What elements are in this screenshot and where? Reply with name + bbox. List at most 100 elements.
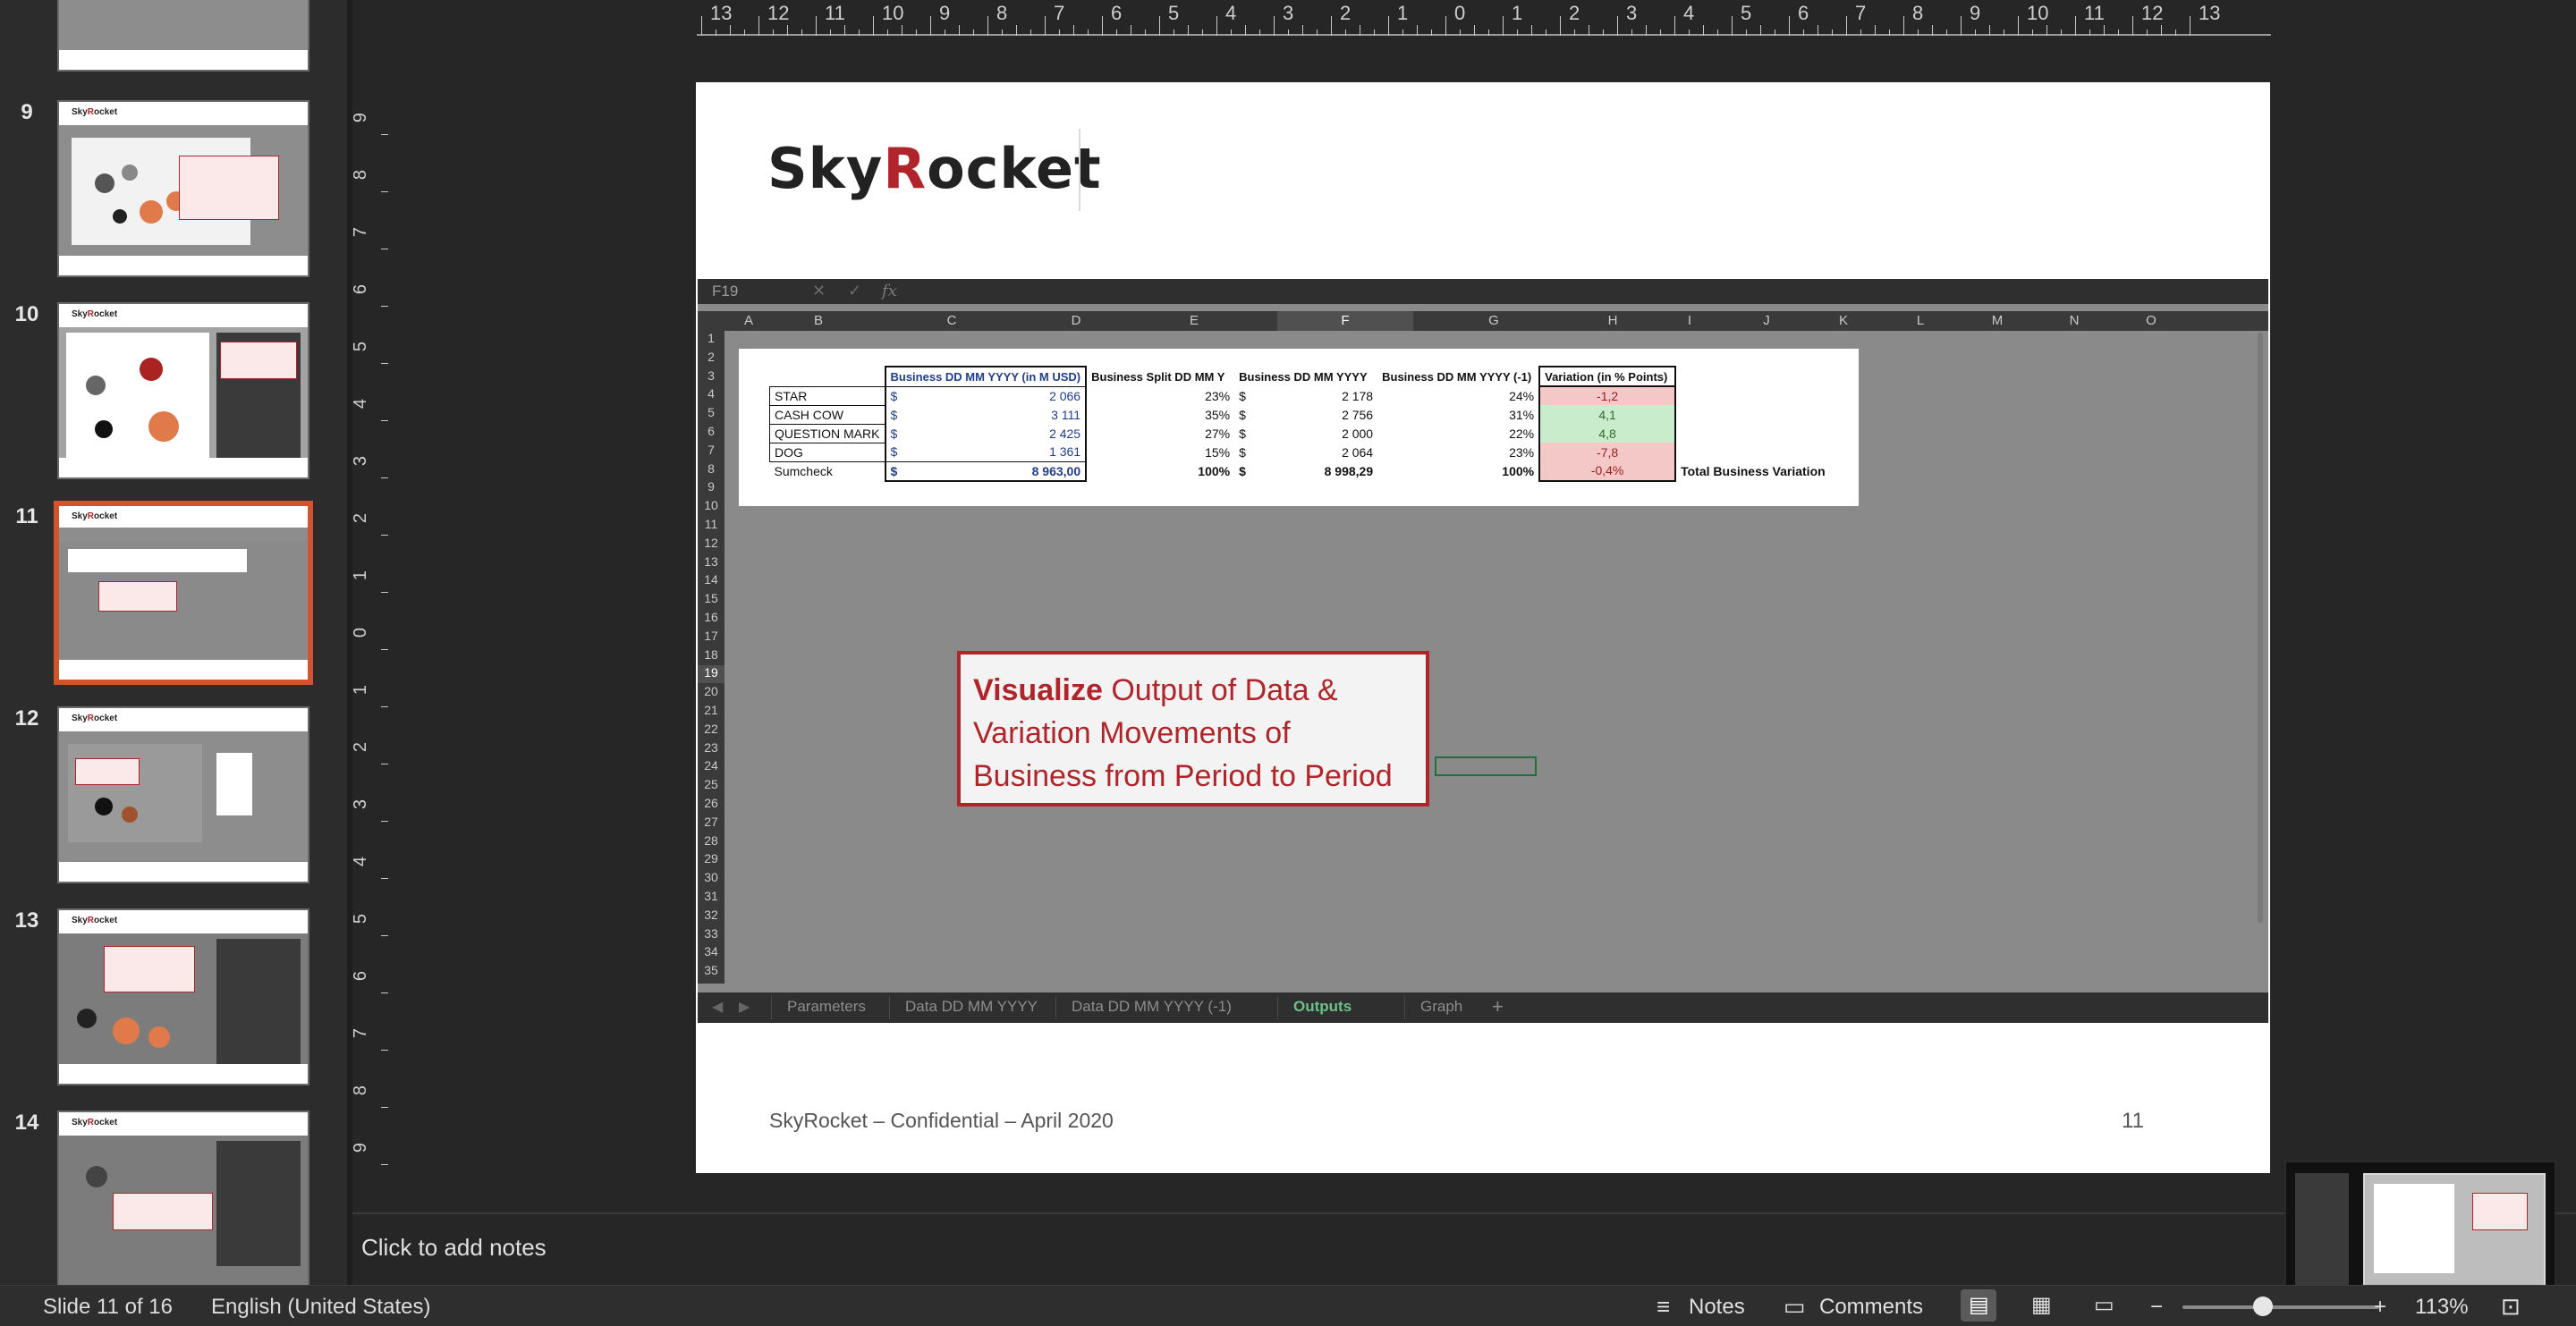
row-header-13[interactable]: 13 xyxy=(698,554,724,572)
cell-cur2[interactable]: $ xyxy=(1234,424,1266,443)
cell-note[interactable] xyxy=(1675,386,1830,405)
cell-val[interactable]: 8 963,00 xyxy=(929,460,1088,482)
selected-cell-f19[interactable] xyxy=(1435,756,1537,776)
row-header-3[interactable]: 3 xyxy=(698,368,724,386)
comments-icon[interactable]: ▭ xyxy=(1784,1293,1806,1321)
zoom-level[interactable]: 113% xyxy=(2415,1295,2469,1320)
cell-split2[interactable]: 23% xyxy=(1377,443,1539,461)
row-header-9[interactable]: 9 xyxy=(698,479,724,497)
cell-var[interactable]: -7,8 xyxy=(1538,443,1677,461)
column-header-c[interactable]: C xyxy=(862,313,1041,328)
business-variation-table[interactable]: Business DD MM YYYY (in M USD) Business … xyxy=(769,366,1830,482)
cell-split2[interactable]: 24% xyxy=(1377,386,1539,405)
slide-thumbnail-10[interactable]: SkyRocket xyxy=(57,302,309,479)
row-header-33[interactable]: 33 xyxy=(698,926,724,944)
sheet-next-icon[interactable]: ▶ xyxy=(739,998,750,1016)
row-header-18[interactable]: 18 xyxy=(698,647,724,665)
sheet-tab-data-dd-mm-yyyy[interactable]: Data DD MM YYYY xyxy=(905,998,1038,1016)
cell-val[interactable]: 1 361 xyxy=(929,443,1088,461)
notes-pane[interactable]: Click to add notes xyxy=(352,1212,2576,1286)
cell-cur[interactable]: $ xyxy=(884,405,930,424)
notes-placeholder[interactable]: Click to add notes xyxy=(361,1234,547,1262)
column-header-e[interactable]: E xyxy=(1111,313,1277,328)
header-business-split[interactable]: Business Split DD MM Y xyxy=(1086,367,1234,386)
presenter-view-button[interactable]: ▭ xyxy=(2086,1289,2122,1322)
row-header-20[interactable]: 20 xyxy=(698,684,724,702)
column-header-j[interactable]: J xyxy=(1728,313,1805,328)
sheet-tab-parameters[interactable]: Parameters xyxy=(787,998,866,1016)
row-header-31[interactable]: 31 xyxy=(698,889,724,907)
column-header-a[interactable]: A xyxy=(723,313,775,328)
cell-label[interactable]: QUESTION MARK xyxy=(769,423,886,443)
column-header-f[interactable]: F xyxy=(1277,311,1413,331)
cell-var[interactable]: 4,8 xyxy=(1538,424,1677,443)
cell-cur2[interactable]: $ xyxy=(1234,386,1266,405)
cell-split2[interactable]: 100% xyxy=(1377,461,1539,481)
column-header-o[interactable]: O xyxy=(2113,313,2190,328)
confirm-icon[interactable]: ✓ xyxy=(848,282,861,300)
cell-label[interactable]: Sumcheck xyxy=(770,461,886,481)
cell-split2[interactable]: 22% xyxy=(1377,424,1539,443)
cell-note[interactable] xyxy=(1675,424,1830,443)
sheet-vertical-scrollbar[interactable] xyxy=(2258,333,2263,923)
cell-split[interactable]: 15% xyxy=(1086,443,1234,461)
notes-icon[interactable]: ≡ xyxy=(1657,1293,1670,1321)
cell-split[interactable]: 27% xyxy=(1086,424,1234,443)
vertical-ruler[interactable]: 9 8 7 6 5 4 3 2 1 0 1 2 3 4 5 6 7 8 9 xyxy=(351,36,388,1189)
row-header-16[interactable]: 16 xyxy=(698,610,724,628)
cell-note[interactable]: Total Business Variation xyxy=(1675,461,1830,481)
column-header-k[interactable]: K xyxy=(1805,313,1882,328)
zoom-slider[interactable] xyxy=(2182,1305,2379,1309)
row-header-34[interactable]: 34 xyxy=(698,944,724,962)
cell-val2[interactable]: 2 064 xyxy=(1266,443,1377,461)
column-header-b[interactable]: B xyxy=(775,313,862,328)
slide-canvas[interactable]: SkyRocket F19 ✕ ✓ fx ABCDEFGHIJKLMNO 123… xyxy=(696,82,2270,1173)
formula-bar[interactable]: F19 ✕ ✓ fx xyxy=(698,279,2268,304)
zoom-slider-handle[interactable] xyxy=(2253,1296,2274,1316)
cell-split[interactable]: 100% xyxy=(1086,461,1234,481)
minimap-viewport[interactable] xyxy=(2363,1173,2546,1296)
row-header-14[interactable]: 14 xyxy=(698,572,724,590)
column-headers[interactable]: ABCDEFGHIJKLMNO xyxy=(698,311,2268,331)
header-business-current[interactable]: Business DD MM YYYY (in M USD) xyxy=(884,366,1088,387)
cell-val2[interactable]: 8 998,29 xyxy=(1266,461,1377,481)
row-header-2[interactable]: 2 xyxy=(698,350,724,367)
add-sheet-button[interactable]: + xyxy=(1492,995,1504,1018)
header-business-split-previous[interactable]: Business DD MM YYYY (-1) xyxy=(1377,367,1539,386)
slide-thumbnail-8[interactable] xyxy=(57,0,309,72)
row-header-35[interactable]: 35 xyxy=(698,963,724,981)
column-header-n[interactable]: N xyxy=(2036,313,2113,328)
row-header-26[interactable]: 26 xyxy=(698,796,724,814)
cell-val2[interactable]: 2 000 xyxy=(1266,424,1377,443)
cell-val[interactable]: 2 425 xyxy=(929,424,1088,443)
row-header-4[interactable]: 4 xyxy=(698,386,724,404)
row-header-29[interactable]: 29 xyxy=(698,851,724,869)
cell-cur2[interactable]: $ xyxy=(1234,405,1266,424)
slide-thumbnail-pane[interactable]: 9 SkyRocket 10 SkyRocket 11 SkyRocket 12… xyxy=(0,0,352,1285)
slide-thumbnail-11[interactable]: SkyRocket xyxy=(54,501,313,685)
row-header-11[interactable]: 11 xyxy=(698,517,724,535)
row-header-5[interactable]: 5 xyxy=(698,405,724,423)
slide-thumbnail-12[interactable]: SkyRocket xyxy=(57,706,309,883)
row-header-32[interactable]: 32 xyxy=(698,908,724,925)
cell-cur2[interactable]: $ xyxy=(1234,443,1266,461)
row-header-22[interactable]: 22 xyxy=(698,722,724,739)
cell-cur[interactable]: $ xyxy=(884,386,930,405)
cell-var[interactable]: 4,1 xyxy=(1538,405,1677,424)
row-header-21[interactable]: 21 xyxy=(698,703,724,721)
column-header-g[interactable]: G xyxy=(1413,313,1574,328)
language-indicator[interactable]: English (United States) xyxy=(211,1295,430,1320)
fit-to-window-icon[interactable]: ⊡ xyxy=(2501,1293,2521,1321)
row-header-15[interactable]: 15 xyxy=(698,591,724,609)
column-header-i[interactable]: I xyxy=(1651,313,1728,328)
header-business-previous[interactable]: Business DD MM YYYY xyxy=(1234,367,1377,386)
cell-val2[interactable]: 2 756 xyxy=(1266,405,1377,424)
horizontal-ruler[interactable]: 13 12 11 10 9 8 7 6 5 4 3 2 1 0 1 2 3 4 5 6 7 8 9 10 11 12 13 xyxy=(352,0,2576,36)
function-icon[interactable]: fx xyxy=(882,282,897,300)
cell-note[interactable] xyxy=(1675,405,1830,424)
row-header-28[interactable]: 28 xyxy=(698,833,724,851)
notes-button[interactable]: Notes xyxy=(1689,1295,1745,1320)
navigator-minimap[interactable] xyxy=(2284,1161,2556,1305)
row-header-6[interactable]: 6 xyxy=(698,424,724,442)
row-headers[interactable]: 1 2 3 4 5 6 7 8 9 10 11 12 13 14 15 16 17 18 19 20 21 22 23 24 2… xyxy=(698,331,724,984)
